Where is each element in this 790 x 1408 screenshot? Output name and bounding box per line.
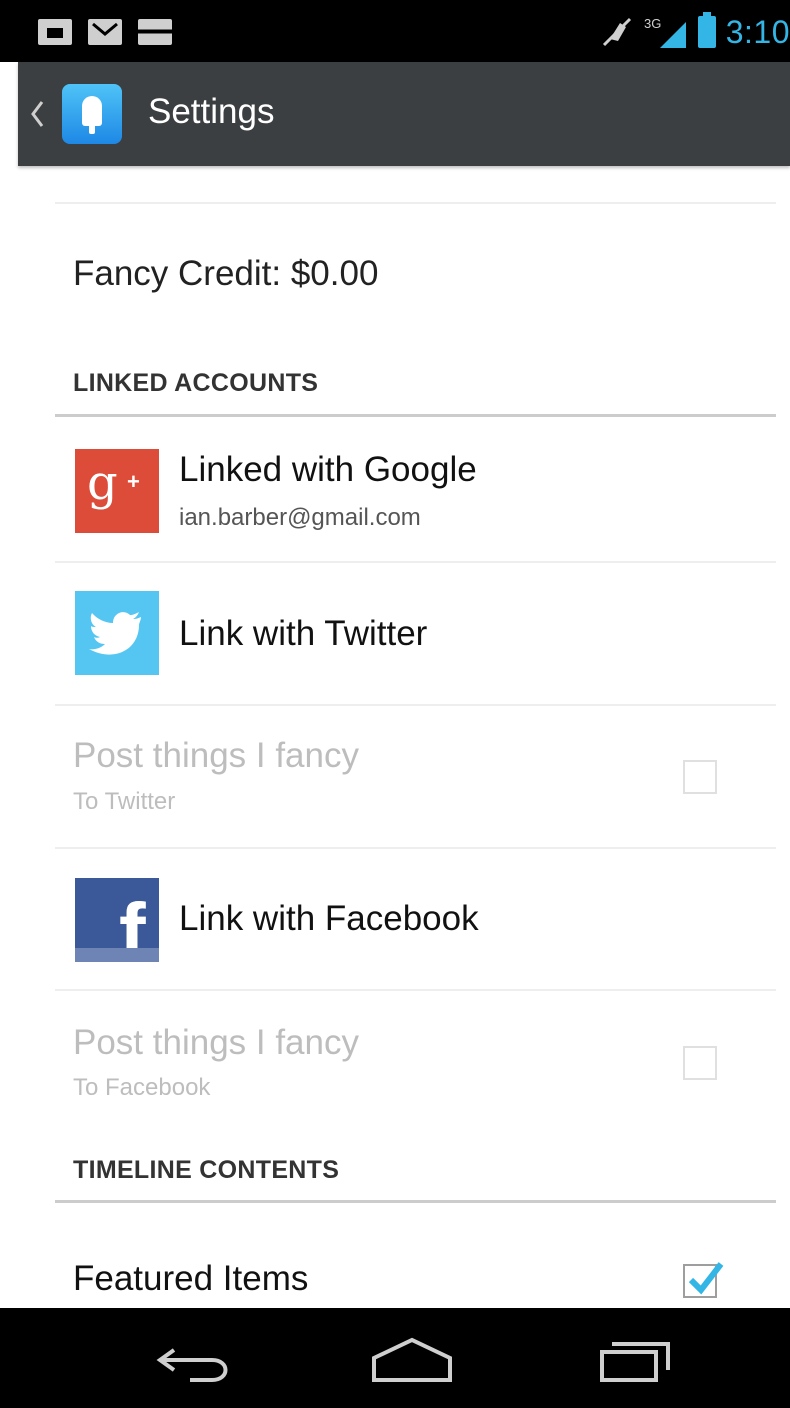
google-link-title: Linked with Google bbox=[179, 450, 477, 489]
notification-icons bbox=[38, 18, 172, 46]
recent-apps-icon[interactable] bbox=[584, 1332, 684, 1388]
facebook-link-title: Link with Facebook bbox=[179, 899, 479, 938]
status-bar: 3G 3:10 bbox=[0, 0, 790, 62]
post-twitter-checkbox bbox=[683, 760, 717, 794]
twitter-icon bbox=[75, 591, 159, 675]
divider bbox=[55, 989, 776, 991]
app-logo-icon[interactable] bbox=[62, 84, 122, 144]
google-account-email: ian.barber@gmail.com bbox=[179, 504, 421, 531]
up-caret-icon[interactable] bbox=[28, 96, 46, 132]
section-divider bbox=[55, 1200, 776, 1203]
fancy-credit: Fancy Credit: $0.00 bbox=[73, 254, 379, 293]
status-indicators: 3G 3:10 bbox=[600, 12, 790, 52]
featured-items-title: Featured Items bbox=[73, 1259, 309, 1298]
divider bbox=[55, 704, 776, 706]
battery-icon bbox=[697, 12, 716, 48]
section-header-timeline-contents: TIMELINE CONTENTS bbox=[73, 1156, 340, 1184]
post-facebook-checkbox bbox=[683, 1046, 717, 1080]
calendar-icon bbox=[38, 19, 72, 45]
navigation-bar bbox=[0, 1308, 790, 1408]
divider bbox=[55, 847, 776, 849]
facebook-icon: f bbox=[75, 878, 159, 962]
divider bbox=[55, 202, 776, 204]
page-title: Settings bbox=[148, 92, 275, 131]
featured-items-checkbox[interactable] bbox=[683, 1262, 724, 1298]
mute-icon bbox=[602, 17, 631, 47]
post-facebook-subtitle: To Facebook bbox=[73, 1074, 211, 1101]
back-icon[interactable] bbox=[150, 1332, 250, 1388]
post-facebook-title: Post things I fancy bbox=[73, 1023, 359, 1062]
clock: 3:10 bbox=[725, 13, 790, 50]
home-icon[interactable] bbox=[362, 1332, 462, 1388]
post-twitter-title: Post things I fancy bbox=[73, 736, 359, 775]
post-twitter-subtitle: To Twitter bbox=[73, 788, 176, 815]
divider bbox=[55, 561, 776, 563]
section-header-linked-accounts: LINKED ACCOUNTS bbox=[73, 369, 319, 397]
checkmark-icon bbox=[688, 1262, 724, 1295]
settings-list: Fancy Credit: $0.00 LINKED ACCOUNTS g + L… bbox=[55, 166, 776, 1308]
gmail-icon bbox=[88, 19, 122, 45]
message-icon bbox=[138, 19, 172, 45]
twitter-link-title: Link with Twitter bbox=[179, 614, 428, 653]
network-type-label: 3G bbox=[644, 16, 661, 31]
signal-icon: 3G bbox=[644, 16, 686, 48]
section-divider bbox=[55, 414, 776, 417]
action-bar: Settings bbox=[18, 62, 790, 166]
google-plus-icon: g + bbox=[75, 449, 159, 533]
